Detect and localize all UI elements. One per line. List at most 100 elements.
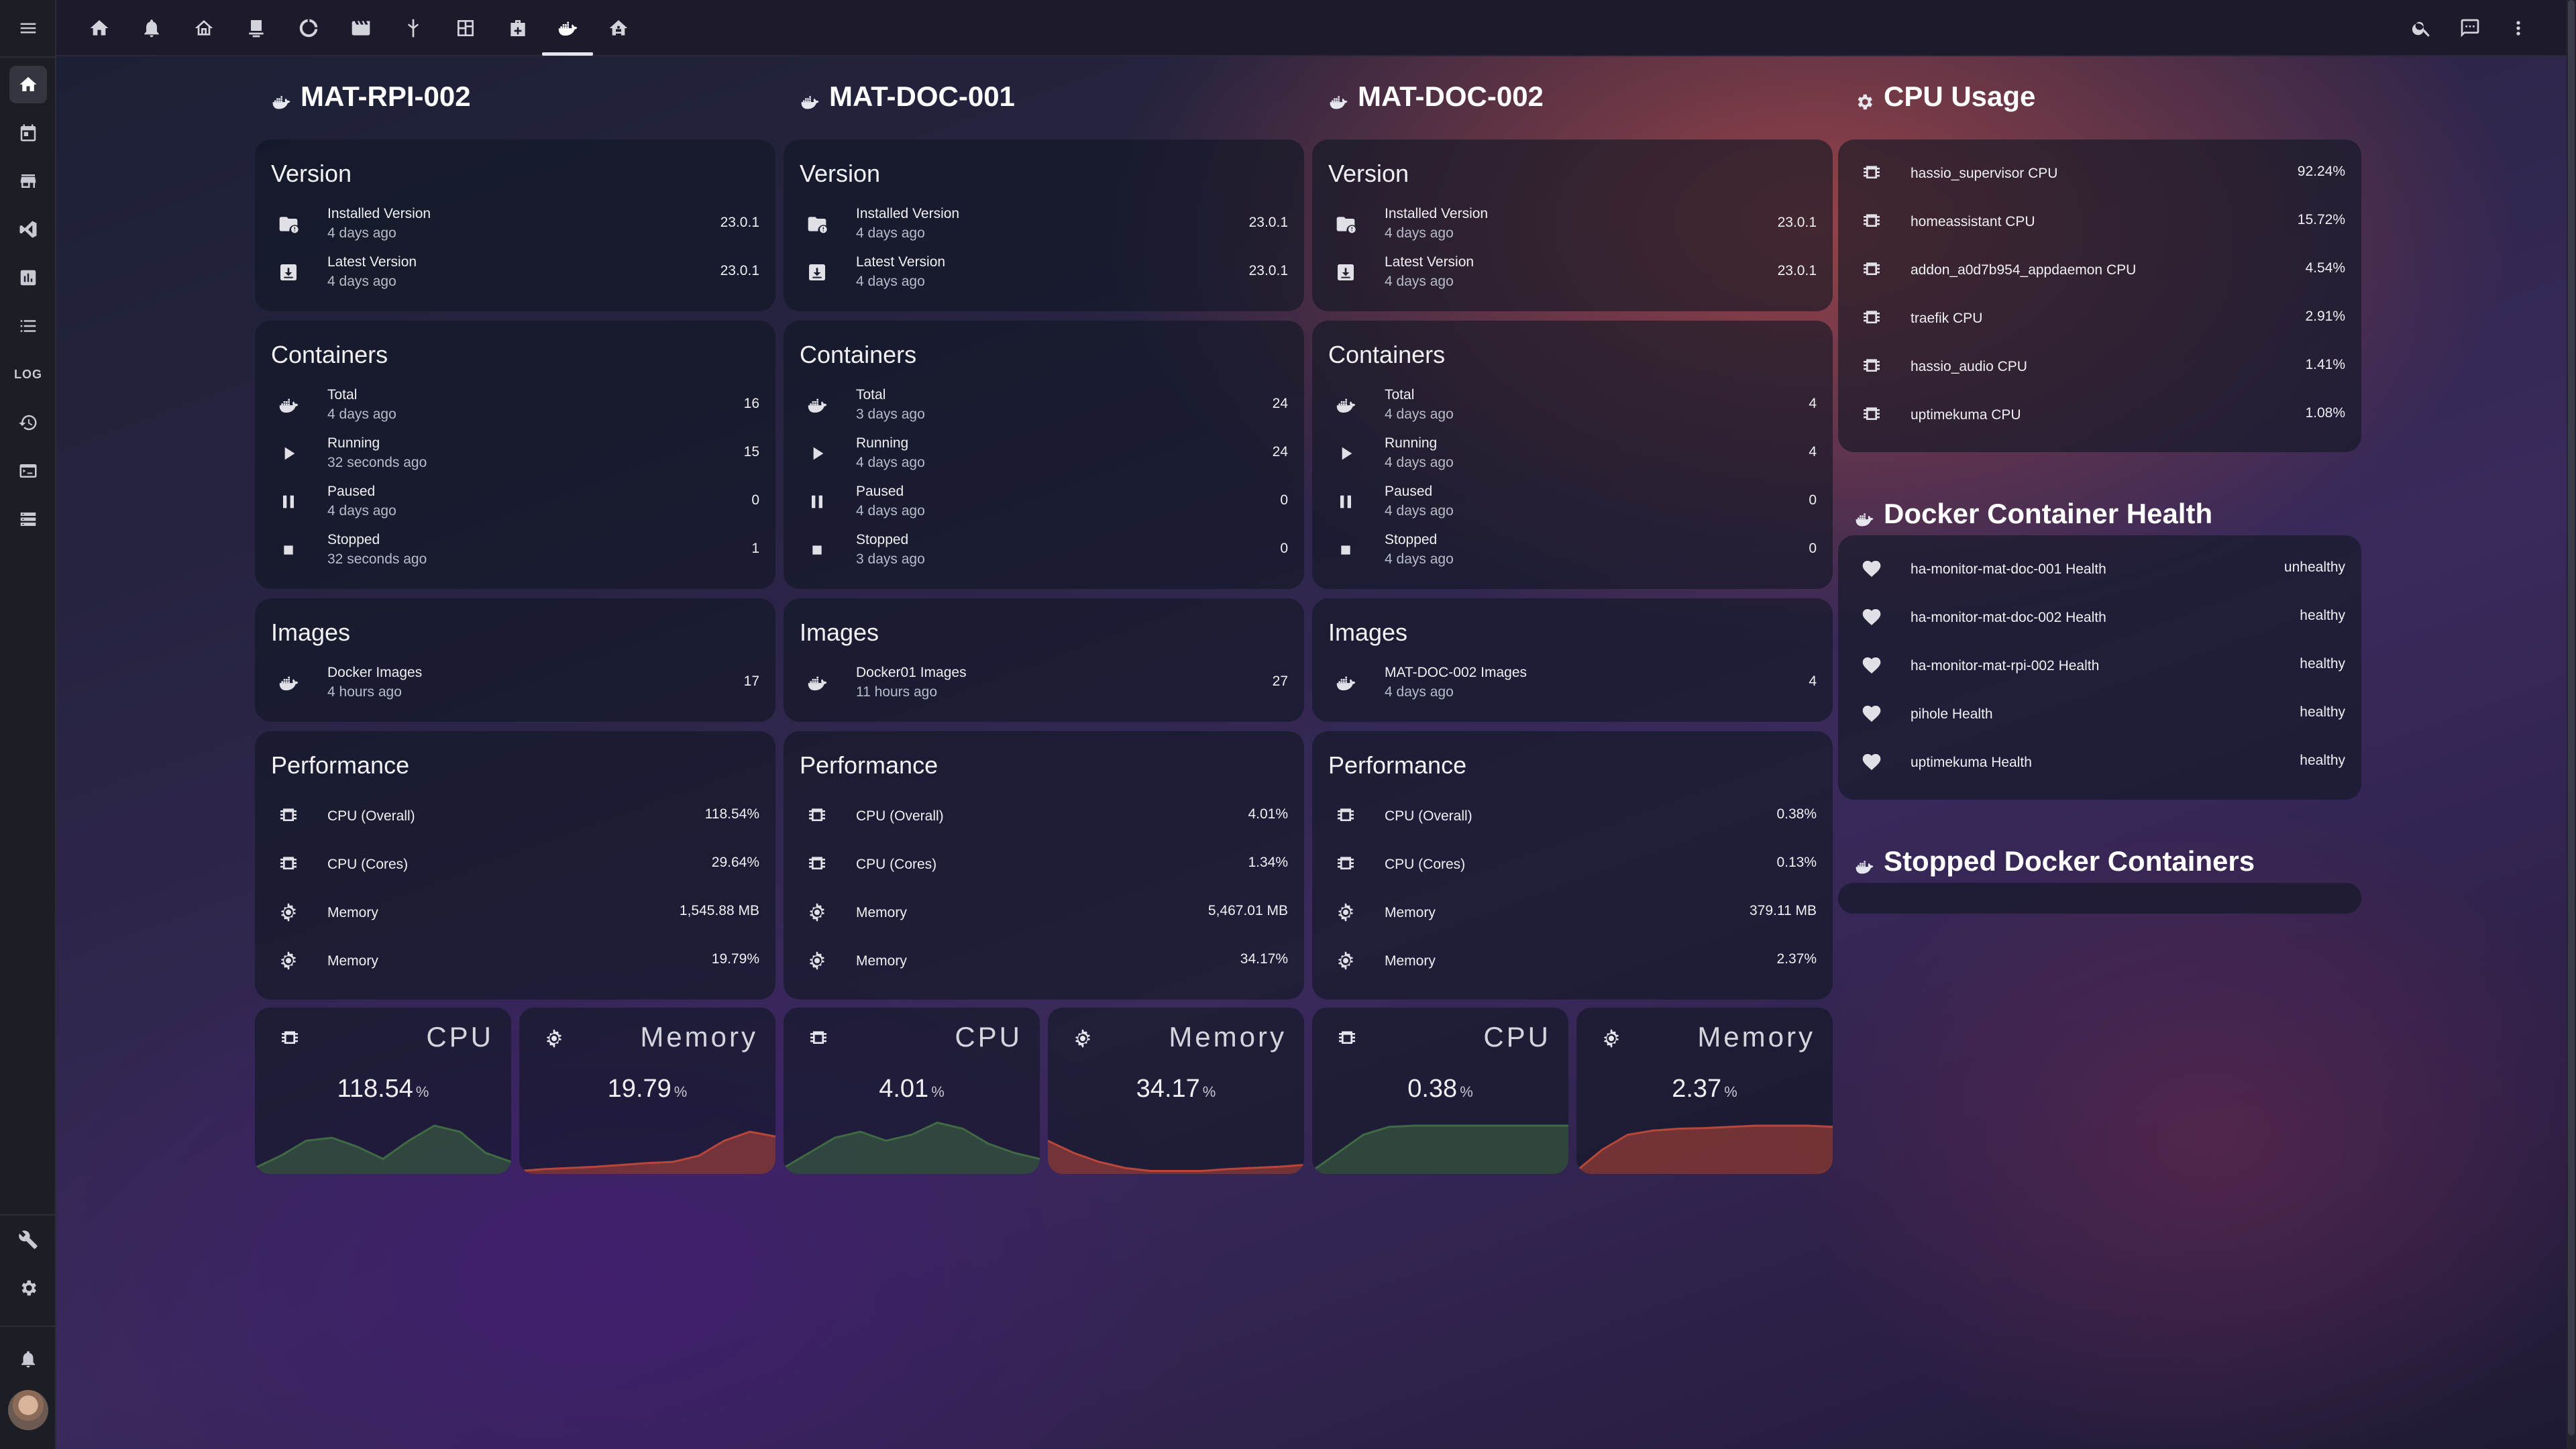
list-item[interactable]: Docker01 Images 11 hours ago 27 — [784, 659, 1304, 707]
list-item[interactable]: addon_a0d7b954_appdaemon CPU 4.54% — [1838, 246, 2361, 294]
sidebar-item-vscode[interactable] — [9, 211, 47, 248]
chip-icon — [1861, 307, 1882, 329]
docker-icon — [271, 87, 291, 109]
medkit-icon[interactable] — [499, 9, 537, 47]
list-item[interactable]: traefik CPU 2.91% — [1838, 294, 2361, 342]
sidebar-item-calendar[interactable] — [9, 114, 47, 152]
cpu-graph-card[interactable]: CPU 118.54% — [255, 1008, 511, 1174]
card-title: Version — [1328, 160, 1409, 187]
bell-icon[interactable] — [133, 9, 170, 47]
gear-icon[interactable] — [9, 1269, 47, 1307]
home-icon[interactable] — [80, 9, 118, 47]
house-outline-icon[interactable] — [185, 9, 223, 47]
notifications-icon[interactable] — [9, 1340, 47, 1378]
list-item[interactable]: Memory 379.11 MB — [1312, 888, 1833, 936]
sidebar-item-history[interactable] — [9, 404, 47, 441]
list-item[interactable]: Installed Version 4 days ago 23.0.1 — [784, 200, 1304, 248]
item-label: CPU (Overall) — [856, 808, 944, 824]
item-value: 23.0.1 — [1248, 263, 1288, 278]
list-item[interactable]: Paused 4 days ago 0 — [255, 478, 775, 526]
floorplan-icon[interactable] — [447, 9, 484, 47]
docker-icon[interactable] — [549, 9, 586, 47]
search-icon[interactable] — [2403, 9, 2440, 47]
list-item[interactable]: Latest Version 4 days ago 23.0.1 — [1312, 248, 1833, 297]
list-item[interactable]: Total 4 days ago 4 — [1312, 381, 1833, 429]
list-item[interactable]: CPU (Cores) 0.13% — [1312, 840, 1833, 888]
avatar[interactable] — [8, 1390, 48, 1430]
list-item[interactable]: ha-monitor-mat-rpi-002 Health healthy — [1838, 641, 2361, 690]
sidebar-item-log[interactable]: LOG — [9, 356, 47, 393]
list-item[interactable]: CPU (Cores) 1.34% — [784, 840, 1304, 888]
movie-icon[interactable] — [342, 9, 380, 47]
item-label: Stopped — [1385, 532, 1438, 547]
list-item[interactable]: hassio_audio CPU 1.41% — [1838, 342, 2361, 390]
list-item[interactable]: Running 4 days ago 24 — [784, 429, 1304, 478]
list-item[interactable]: Memory 34.17% — [784, 936, 1304, 985]
sidebar-item-list[interactable] — [9, 307, 47, 345]
list-item[interactable]: CPU (Overall) 0.38% — [1312, 792, 1833, 840]
list-item[interactable]: Stopped 32 seconds ago 1 — [255, 526, 775, 574]
chart-donut-icon[interactable] — [290, 9, 327, 47]
sidebar-item-server[interactable] — [9, 500, 47, 538]
list-item[interactable]: MAT-DOC-002 Images 4 days ago 4 — [1312, 659, 1833, 707]
health-card: ha-monitor-mat-doc-001 Health unhealthy ha… — [1838, 535, 2361, 800]
list-item[interactable]: Installed Version 4 days ago 23.0.1 — [255, 200, 775, 248]
list-item[interactable]: Total 4 days ago 16 — [255, 381, 775, 429]
item-value: 27 — [1272, 674, 1288, 689]
list-item[interactable]: CPU (Overall) 118.54% — [255, 792, 775, 840]
list-item[interactable]: Running 4 days ago 4 — [1312, 429, 1833, 478]
list-item[interactable]: Memory 2.37% — [1312, 936, 1833, 985]
menu-icon[interactable] — [9, 9, 47, 47]
list-item[interactable]: Memory 1,545.88 MB — [255, 888, 775, 936]
wrench-icon[interactable] — [9, 1221, 47, 1258]
list-item[interactable]: homeassistant CPU 15.72% — [1838, 197, 2361, 246]
item-timestamp: 4 days ago — [856, 455, 925, 470]
more-vert-icon[interactable] — [2500, 9, 2537, 47]
valve-icon[interactable] — [394, 9, 432, 47]
list-item[interactable]: uptimekuma Health healthy — [1838, 738, 2361, 786]
list-item[interactable]: Total 3 days ago 24 — [784, 381, 1304, 429]
item-label: Installed Version — [856, 206, 960, 221]
sidebar-item-store[interactable] — [9, 162, 47, 200]
memory-graph-card[interactable]: Memory 19.79% — [519, 1008, 775, 1174]
list-item[interactable]: pihole Health healthy — [1838, 690, 2361, 738]
monitor-icon[interactable] — [237, 9, 275, 47]
cpu-graph-card[interactable]: CPU 4.01% — [784, 1008, 1040, 1174]
list-item[interactable]: ha-monitor-mat-doc-002 Health healthy — [1838, 593, 2361, 641]
item-label: Stopped — [856, 532, 909, 547]
stop-icon — [1335, 539, 1356, 561]
list-item[interactable]: uptimekuma CPU 1.08% — [1838, 390, 2361, 439]
page-scrollbar-thumb[interactable] — [2568, 0, 2575, 1436]
item-timestamp: 4 hours ago — [327, 684, 402, 700]
cpu-graph-card[interactable]: CPU 0.38% — [1312, 1008, 1568, 1174]
list-item[interactable]: Installed Version 4 days ago 23.0.1 — [1312, 200, 1833, 248]
installed-version-icon — [278, 213, 299, 235]
sidebar-item-terminal[interactable] — [9, 452, 47, 490]
item-timestamp: 4 days ago — [856, 225, 925, 241]
sidebar-item-history-chart[interactable] — [9, 259, 47, 297]
memory-graph-card[interactable]: Memory 2.37% — [1576, 1008, 1833, 1174]
list-item[interactable]: CPU (Cores) 29.64% — [255, 840, 775, 888]
list-item[interactable]: Latest Version 4 days ago 23.0.1 — [784, 248, 1304, 297]
assist-chat-icon[interactable] — [2451, 9, 2489, 47]
list-item[interactable]: Stopped 3 days ago 0 — [784, 526, 1304, 574]
list-item[interactable]: Memory 5,467.01 MB — [784, 888, 1304, 936]
list-item[interactable]: Memory 19.79% — [255, 936, 775, 985]
list-item[interactable]: CPU (Overall) 4.01% — [784, 792, 1304, 840]
list-item[interactable]: Latest Version 4 days ago 23.0.1 — [255, 248, 775, 297]
list-item[interactable]: Stopped 4 days ago 0 — [1312, 526, 1833, 574]
list-item[interactable]: ha-monitor-mat-doc-001 Health unhealthy — [1838, 545, 2361, 593]
pause-icon — [1335, 491, 1356, 513]
list-item[interactable]: Paused 4 days ago 0 — [784, 478, 1304, 526]
house-network-icon[interactable] — [600, 9, 637, 47]
list-item[interactable]: Running 32 seconds ago 15 — [255, 429, 775, 478]
item-label: Running — [856, 435, 909, 451]
item-value: 0 — [751, 492, 759, 508]
sparkline-graph — [784, 1121, 1040, 1174]
list-item[interactable]: hassio_supervisor CPU 92.24% — [1838, 149, 2361, 197]
list-item[interactable]: Docker Images 4 hours ago 17 — [255, 659, 775, 707]
right-column: CPU Usage hassio_supervisor CPU 92.24% hom… — [1838, 58, 2361, 914]
list-item[interactable]: Paused 4 days ago 0 — [1312, 478, 1833, 526]
memory-graph-card[interactable]: Memory 34.17% — [1048, 1008, 1304, 1174]
sidebar-item-overview[interactable] — [9, 66, 47, 103]
